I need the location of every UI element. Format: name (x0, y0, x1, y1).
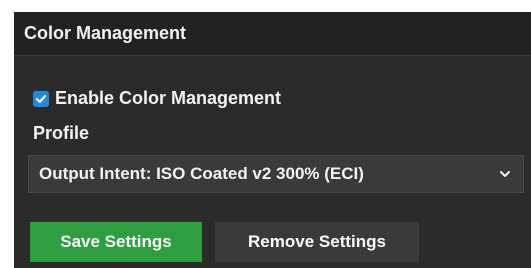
enable-color-management-label[interactable]: Enable Color Management (55, 88, 281, 109)
enable-color-management-checkbox[interactable] (33, 90, 49, 107)
profile-select-value[interactable]: Output Intent: ISO Coated v2 300% (ECI) (39, 164, 364, 184)
profile-label: Profile (33, 123, 90, 143)
color-management-panel: Color Management Enable Color Management… (14, 12, 531, 268)
panel-title: Color Management (24, 23, 187, 43)
enable-color-management-toggle[interactable]: Enable Color Management (33, 88, 281, 109)
remove-settings-button[interactable]: Remove Settings (215, 222, 419, 262)
save-settings-button[interactable]: Save Settings (30, 222, 202, 262)
panel-header: Color Management (14, 12, 531, 56)
checkmark-icon (35, 94, 47, 103)
chevron-down-icon[interactable] (499, 168, 511, 180)
profile-select[interactable]: Output Intent: ISO Coated v2 300% (ECI) (28, 155, 524, 193)
